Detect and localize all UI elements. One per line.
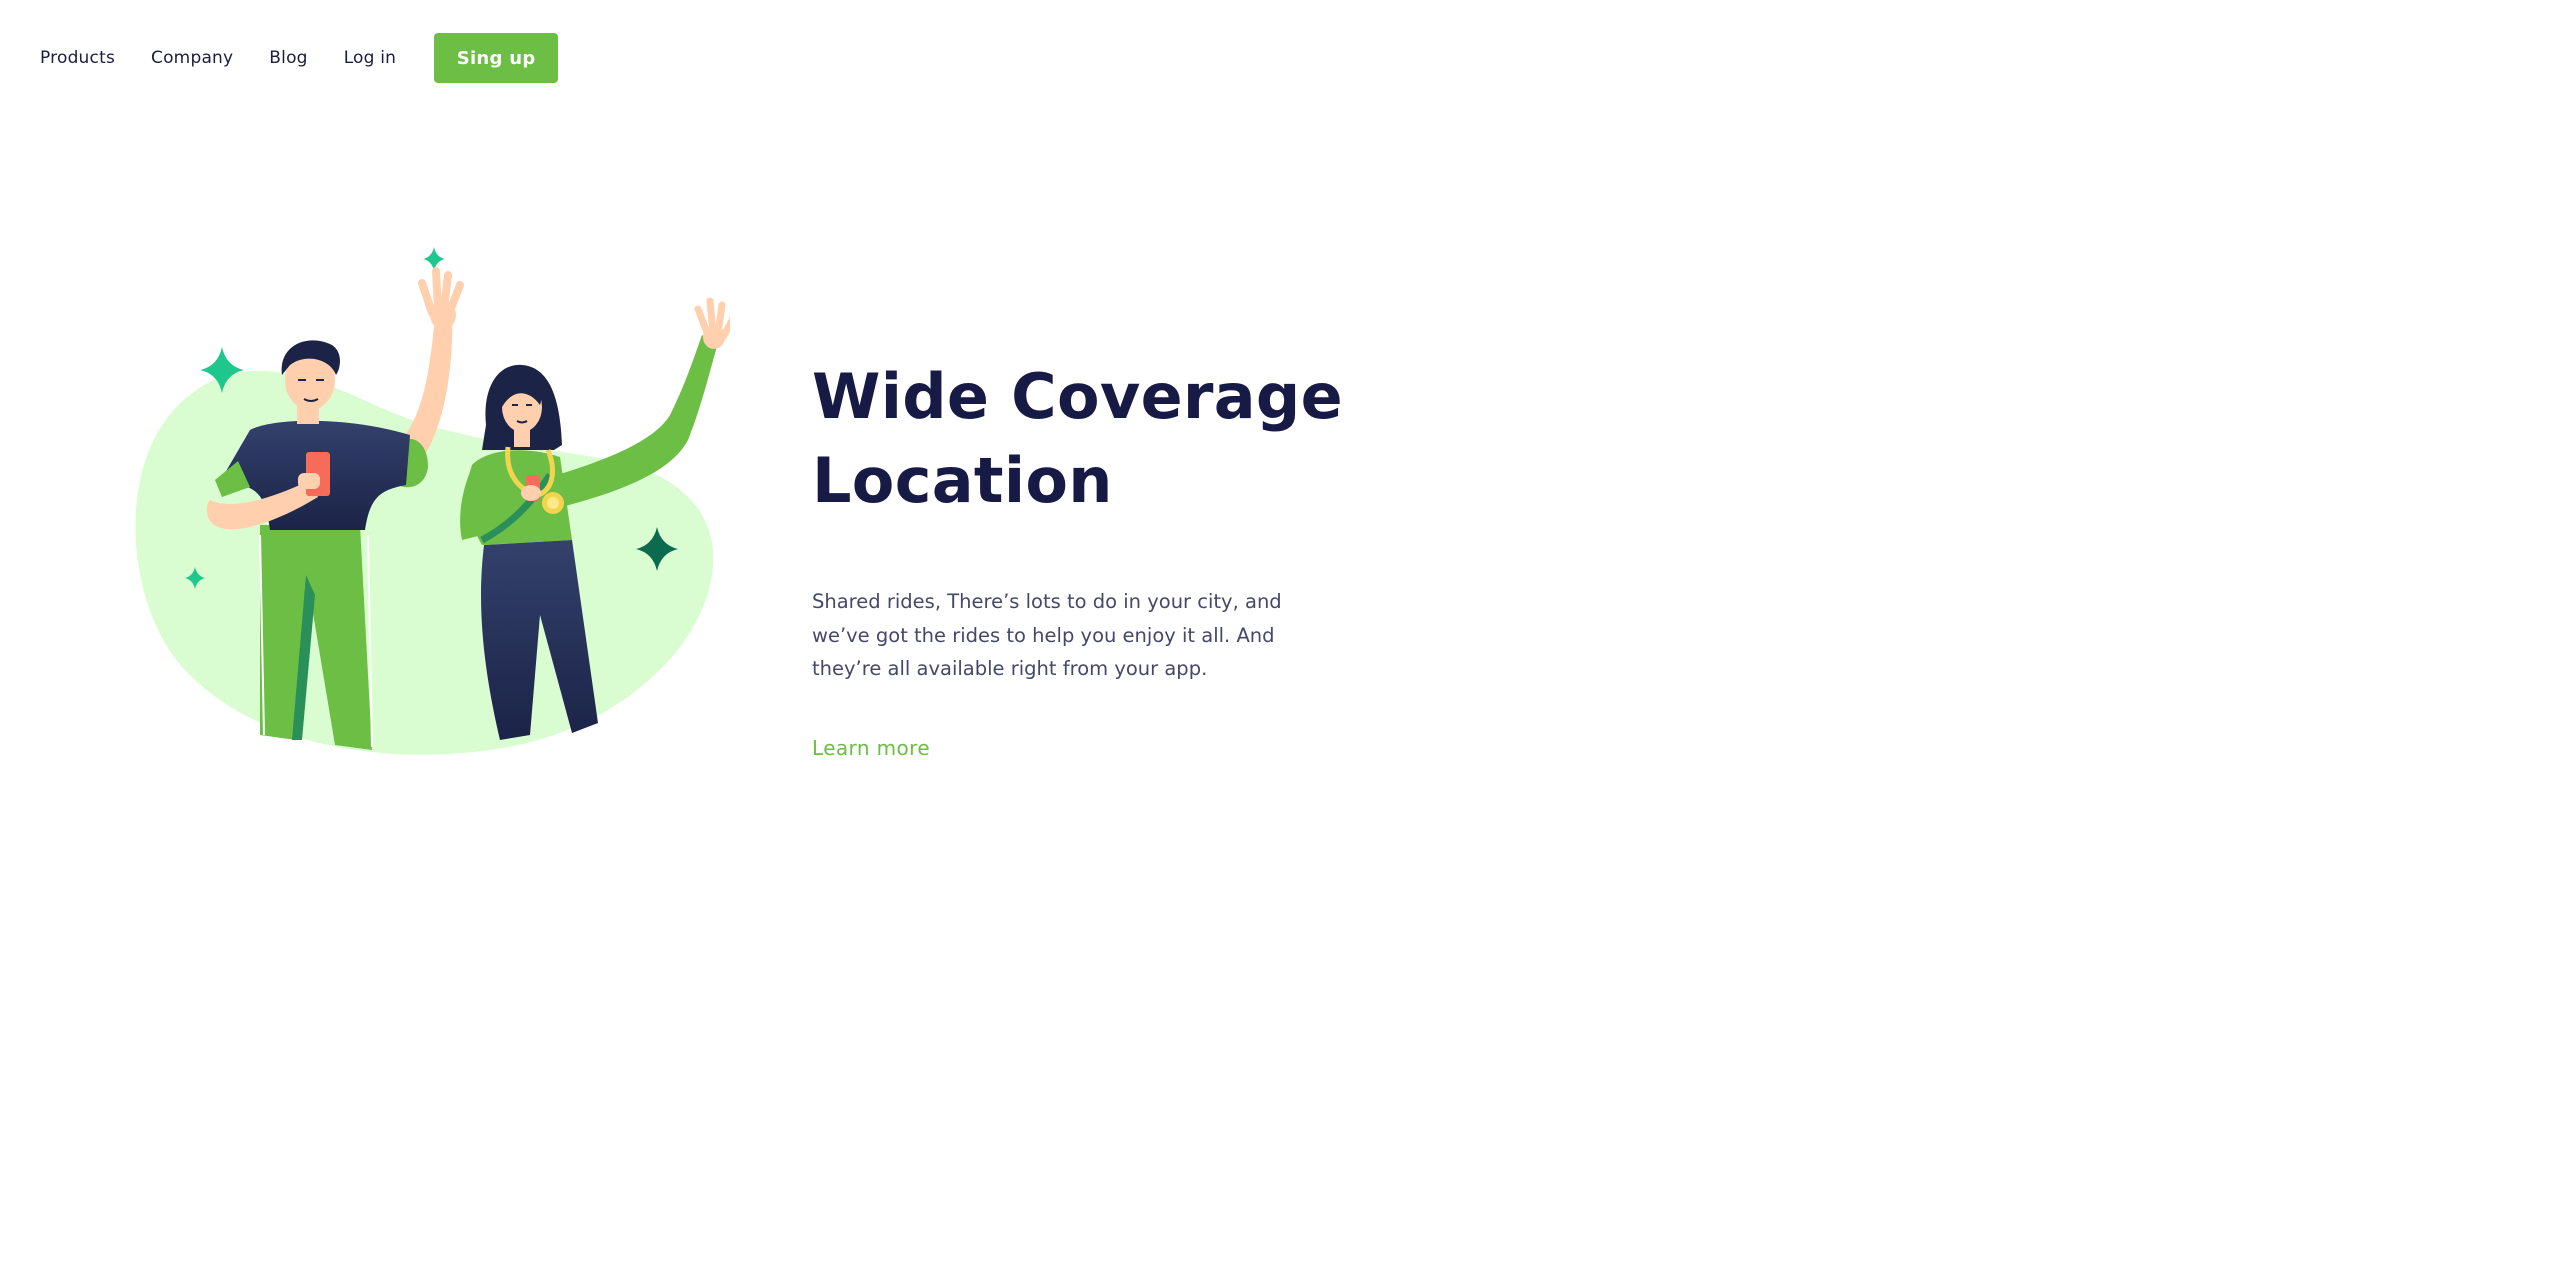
two-people-waving-illustration bbox=[135, 247, 730, 755]
signup-button[interactable]: Sing up bbox=[434, 33, 559, 83]
nav-products-link[interactable]: Products bbox=[40, 48, 115, 68]
nav-company-link[interactable]: Company bbox=[151, 48, 233, 68]
nav-login-link[interactable]: Log in bbox=[344, 48, 396, 68]
learn-more-link[interactable]: Learn more bbox=[812, 736, 930, 760]
page: Products Company Blog Log in Sing up Wid… bbox=[0, 0, 2556, 1270]
hero-description: Shared rides, There’s lots to do in your… bbox=[812, 590, 1282, 680]
hero-title-line-2: Location bbox=[812, 444, 1113, 517]
hero-title-line-1: Wide Coverage bbox=[812, 360, 1343, 433]
top-nav: Products Company Blog Log in Sing up bbox=[40, 33, 559, 83]
hero-title: Wide Coverage Location bbox=[812, 355, 1552, 523]
hero-section: Wide Coverage Location Shared rides, The… bbox=[812, 355, 1552, 760]
nav-blog-link[interactable]: Blog bbox=[269, 48, 307, 68]
sparkle-icon bbox=[423, 247, 445, 271]
